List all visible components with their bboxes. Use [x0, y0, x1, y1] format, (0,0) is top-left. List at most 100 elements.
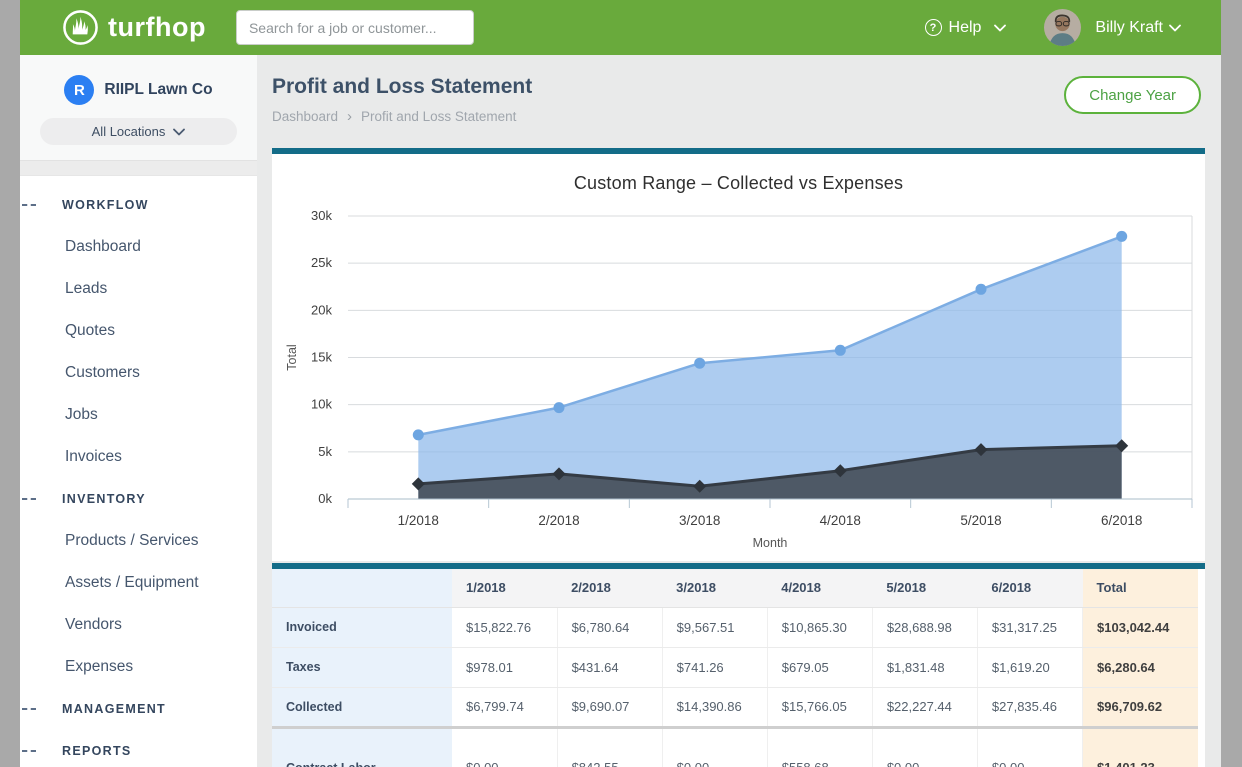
table-card: 1/20182/20183/20184/20185/20186/2018Tota… — [272, 563, 1205, 767]
section-dashes-icon — [22, 708, 36, 710]
cell-value: $15,822.76 — [452, 607, 557, 647]
sidebar-item-vendors[interactable]: Vendors — [20, 604, 257, 646]
sidebar-company-block: R RIIPL Lawn Co All Locations — [20, 55, 257, 160]
main-content: Profit and Loss Statement Dashboard › Pr… — [257, 55, 1221, 767]
company-logo: R — [64, 75, 94, 105]
section-label: INVENTORY — [62, 492, 146, 506]
sidebar-section-inventory: INVENTORY — [20, 478, 257, 520]
turfhop-grass-icon — [62, 9, 99, 46]
section-dashes-icon — [22, 204, 36, 206]
sidebar-item-invoices[interactable]: Invoices — [20, 436, 257, 478]
cell-value: $31,317.25 — [977, 607, 1082, 647]
cell-value: $6,799.74 — [452, 687, 557, 727]
cell-value: $978.01 — [452, 647, 557, 687]
svg-text:6/2018: 6/2018 — [1101, 513, 1142, 528]
sidebar-item-assets-equipment[interactable]: Assets / Equipment — [20, 562, 257, 604]
sidebar-item-leads[interactable]: Leads — [20, 268, 257, 310]
svg-text:10k: 10k — [311, 397, 332, 412]
table-row: Invoiced$15,822.76$6,780.64$9,567.51$10,… — [272, 607, 1198, 647]
cell-value: $1,619.20 — [977, 647, 1082, 687]
change-year-button[interactable]: Change Year — [1064, 76, 1201, 114]
pl-table-body: Invoiced$15,822.76$6,780.64$9,567.51$10,… — [272, 607, 1198, 767]
user-menu[interactable]: Billy Kraft — [1044, 9, 1181, 46]
column-header: 2/2018 — [557, 569, 662, 607]
chart-card: Custom Range – Collected vs Expenses 0k 5… — [272, 148, 1205, 561]
section-dashes-icon — [22, 498, 36, 500]
cell-value: $0.00 — [662, 748, 767, 767]
cell-value: $9,690.07 — [557, 687, 662, 727]
svg-text:5/2018: 5/2018 — [960, 513, 1001, 528]
chevron-down-icon — [1169, 24, 1181, 32]
page-header: Profit and Loss Statement Dashboard › Pr… — [272, 75, 1205, 125]
row-total: $103,042.44 — [1083, 607, 1198, 647]
breadcrumb-dashboard[interactable]: Dashboard — [272, 109, 338, 124]
column-header: 3/2018 — [662, 569, 767, 607]
svg-text:30k: 30k — [311, 208, 332, 223]
pl-table: 1/20182/20183/20184/20185/20186/2018Tota… — [272, 569, 1198, 767]
help-label: Help — [949, 19, 982, 37]
app-window: turfhop ? Help — [20, 0, 1221, 767]
row-label: Collected — [272, 687, 452, 727]
sidebar-section-workflow: WORKFLOW — [20, 184, 257, 226]
company-header: R RIIPL Lawn Co — [40, 75, 237, 105]
location-selector[interactable]: All Locations — [40, 118, 237, 145]
sidebar-nav: WORKFLOW DashboardLeadsQuotesCustomersJob… — [20, 176, 257, 767]
sidebar-section-reports: REPORTS — [20, 730, 257, 767]
sidebar-item-quotes[interactable]: Quotes — [20, 310, 257, 352]
svg-text:Total: Total — [285, 344, 299, 370]
section-label: MANAGEMENT — [62, 702, 166, 716]
row-label: Taxes — [272, 647, 452, 687]
cell-value: $9,567.51 — [662, 607, 767, 647]
top-navbar: turfhop ? Help — [20, 0, 1221, 55]
svg-text:Month: Month — [753, 536, 788, 550]
svg-text:0k: 0k — [318, 491, 332, 506]
column-header — [272, 569, 452, 607]
cell-value: $6,780.64 — [557, 607, 662, 647]
section-label: WORKFLOW — [62, 198, 149, 212]
help-menu[interactable]: ? Help — [925, 19, 1007, 37]
sidebar-section-management: MANAGEMENT — [20, 688, 257, 730]
cell-value: $27,835.46 — [977, 687, 1082, 727]
company-name: RIIPL Lawn Co — [104, 81, 212, 99]
cell-value: $1,831.48 — [872, 647, 977, 687]
cell-value: $0.00 — [977, 748, 1082, 767]
cell-value: $14,390.86 — [662, 687, 767, 727]
column-header: Total — [1083, 569, 1198, 607]
svg-text:2/2018: 2/2018 — [538, 513, 579, 528]
pl-chart: 0k5k10k15k20k25k30k1/20182/20183/20184/2… — [272, 196, 1205, 553]
column-header: 5/2018 — [872, 569, 977, 607]
breadcrumb: Dashboard › Profit and Loss Statement — [272, 108, 1205, 125]
table-row: Contract Labor$0.00$842.55$0.00$558.68$0… — [272, 748, 1198, 767]
cell-value: $22,227.44 — [872, 687, 977, 727]
pl-table-head-row: 1/20182/20183/20184/20185/20186/2018Tota… — [272, 569, 1198, 607]
sidebar-item-expenses[interactable]: Expenses — [20, 646, 257, 688]
help-icon: ? — [925, 19, 942, 36]
chevron-down-icon — [173, 128, 185, 136]
cell-value: $431.64 — [557, 647, 662, 687]
location-label: All Locations — [92, 124, 166, 139]
brand-logo[interactable]: turfhop — [62, 9, 206, 46]
user-avatar — [1044, 9, 1081, 46]
section-dashes-icon — [22, 750, 36, 752]
row-label: Contract Labor — [272, 748, 452, 767]
row-total: $6,280.64 — [1083, 647, 1198, 687]
sidebar-item-jobs[interactable]: Jobs — [20, 394, 257, 436]
sidebar-item-customers[interactable]: Customers — [20, 352, 257, 394]
sidebar-divider — [20, 160, 257, 176]
chart-title: Custom Range – Collected vs Expenses — [272, 154, 1205, 194]
breadcrumb-current: Profit and Loss Statement — [361, 109, 516, 124]
svg-text:15k: 15k — [311, 350, 332, 365]
sidebar-item-dashboard[interactable]: Dashboard — [20, 226, 257, 268]
cell-value: $10,865.30 — [767, 607, 872, 647]
group-spacer-row — [272, 727, 1198, 748]
svg-text:1/2018: 1/2018 — [398, 513, 439, 528]
sidebar-item-products-services[interactable]: Products / Services — [20, 520, 257, 562]
row-total: $96,709.62 — [1083, 687, 1198, 727]
search-input[interactable] — [236, 10, 474, 45]
cell-value: $741.26 — [662, 647, 767, 687]
cell-value: $28,688.98 — [872, 607, 977, 647]
cell-value: $842.55 — [557, 748, 662, 767]
row-total: $1,401.23 — [1083, 748, 1198, 767]
column-header: 4/2018 — [767, 569, 872, 607]
brand-wordmark: turfhop — [108, 12, 206, 43]
